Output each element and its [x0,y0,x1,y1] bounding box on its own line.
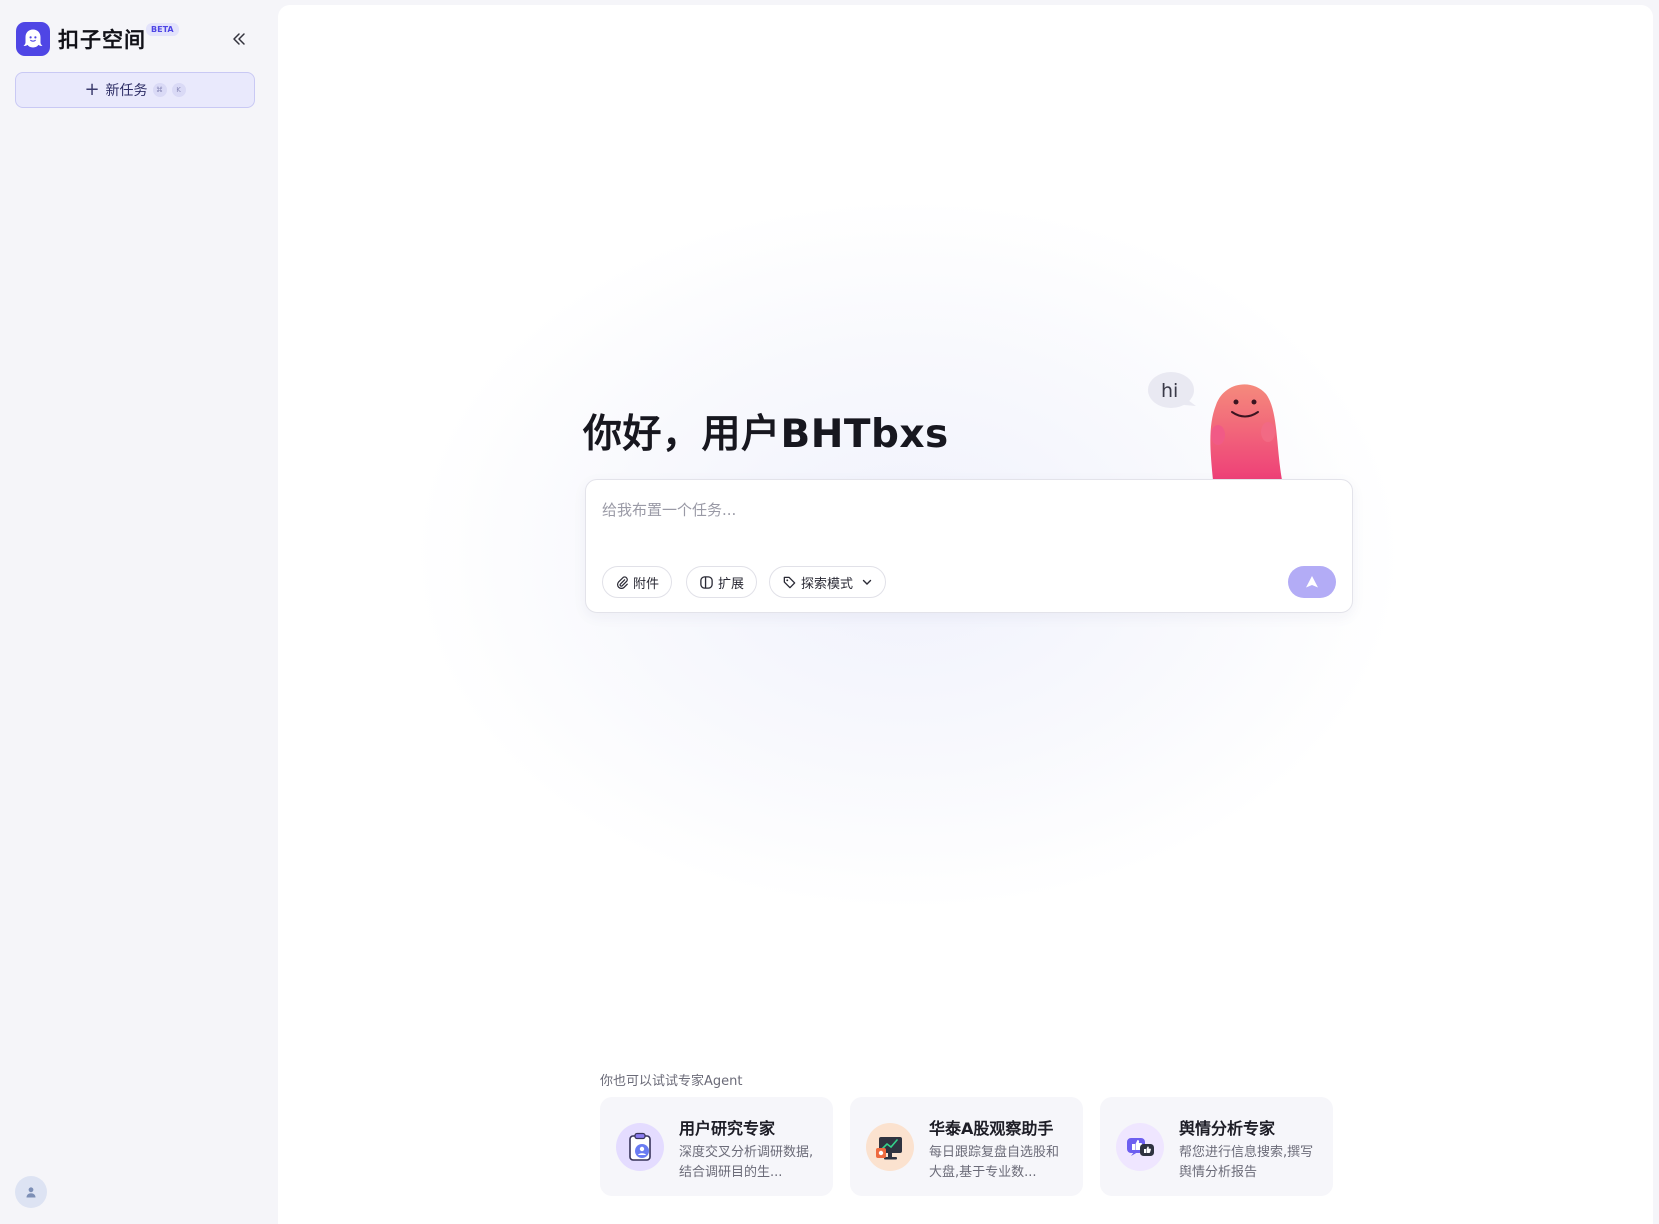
attach-label: 附件 [633,576,660,592]
task-composer: 附件 扩展 探索模式 [585,479,1353,613]
agent-name: 舆情分析专家 [1179,1119,1276,1138]
agent-card-stock-assistant[interactable]: 华泰A股观察助手 每日跟踪复盘自选股和大盘,基于专业数... [850,1097,1083,1196]
extension-button[interactable]: 扩展 [686,566,758,598]
extension-label: 扩展 [718,576,745,592]
app-logo-icon [16,22,50,56]
agent-description: 帮您进行信息搜索,撰写舆情分析报告 [1179,1145,1314,1180]
page-title: 你好，用户BHTbxs [583,412,949,457]
sidebar: 扣子空间 BETA + 新任务 ⌘ K [0,0,276,1224]
agent-description: 深度交叉分析调研数据,结合调研目的生... [679,1145,814,1180]
main-panel: 你好，用户BHTbxs hi 给我布置一个任务... 附件 扩展 探索模式 你也… [278,5,1653,1224]
collapse-sidebar-button[interactable] [226,26,252,52]
mode-label: 探索模式 [801,576,854,592]
expert-agents-title: 你也可以试试专家Agent [600,1074,743,1089]
clipboard-user-icon [616,1123,664,1171]
mascot-bubble-text: hi [1161,380,1178,402]
shortcut-key-cmd: ⌘ [152,83,167,97]
agent-name: 华泰A股观察助手 [929,1119,1054,1138]
double-chevron-left-icon [233,33,245,45]
agent-name: 用户研究专家 [679,1119,776,1138]
task-input[interactable] [602,498,1322,522]
agent-card-sentiment-analysis[interactable]: 舆情分析专家 帮您进行信息搜索,撰写舆情分析报告 [1100,1097,1333,1196]
user-avatar[interactable] [15,1176,47,1208]
beta-badge: BETA [146,23,179,36]
send-button[interactable] [1288,566,1336,598]
brand[interactable]: 扣子空间 BETA [16,22,179,56]
shortcut-key-k: K [171,83,186,97]
agent-card-user-research[interactable]: 用户研究专家 深度交叉分析调研数据,结合调研目的生... [600,1097,833,1196]
new-task-button[interactable]: + 新任务 ⌘ K [15,72,255,108]
attach-button[interactable]: 附件 [602,566,673,598]
chevron-down-icon [862,579,872,585]
new-task-label: 新任务 [105,83,148,99]
thumbs-chat-icon [1116,1123,1164,1171]
app-root: 扣子空间 BETA + 新任务 ⌘ K 你好，用户BHTbxs hi 给我布置一… [0,0,1659,1224]
mode-select[interactable]: 探索模式 [769,566,887,598]
paperclip-icon [617,576,628,589]
send-arrow-icon [1306,576,1318,588]
stock-monitor-icon [866,1123,914,1171]
mascot-illustration: hi [1148,372,1282,480]
app-name: 扣子空间 [58,28,146,52]
user-icon [26,1187,36,1198]
agent-description: 每日跟踪复盘自选股和大盘,基于专业数... [929,1145,1060,1180]
tag-icon [783,576,796,588]
plus-icon: + [84,79,100,100]
extension-icon [700,575,713,589]
